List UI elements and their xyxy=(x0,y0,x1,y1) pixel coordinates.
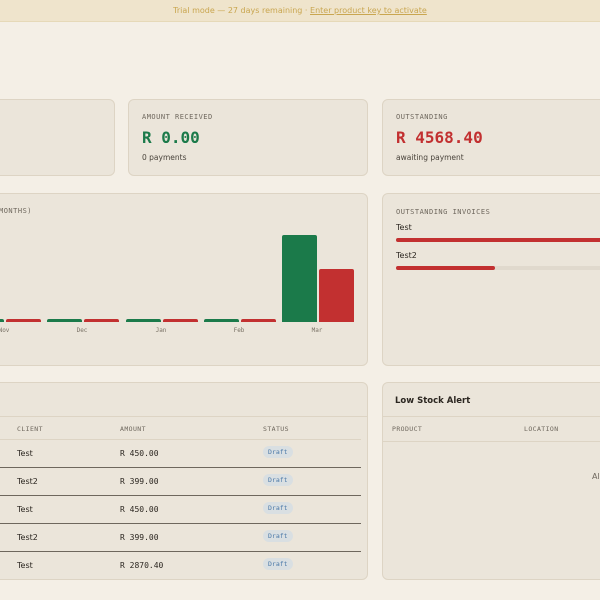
bar-nov-series-2 xyxy=(6,319,41,322)
x-tick-label: Jan xyxy=(155,327,167,334)
table-row[interactable]: Test R 450.00 Draft xyxy=(0,439,361,468)
amount-cell: R 2870.40 xyxy=(120,561,164,570)
client-cell: Test xyxy=(17,505,33,514)
status-badge: Draft xyxy=(263,502,293,514)
divider xyxy=(383,441,600,442)
invoice-client-name: Test xyxy=(396,223,412,232)
stat-value: R 0.00 xyxy=(142,128,200,147)
outstanding-invoices-card: OUTSTANDING INVOICES Test Test2 xyxy=(382,193,600,366)
status-badge: Draft xyxy=(263,530,293,542)
table-row[interactable]: Test2 R 399.00 Draft xyxy=(0,467,361,496)
bar-dec-series-2 xyxy=(84,319,119,322)
table-row[interactable]: Test2 R 399.00 Draft xyxy=(0,523,361,552)
divider xyxy=(383,416,600,417)
table-row[interactable]: Test R 450.00 Draft xyxy=(0,495,361,524)
outstanding-bar xyxy=(396,266,600,270)
stat-sub: awaiting payment xyxy=(396,153,464,162)
stat-value: R 4568.40 xyxy=(396,128,483,147)
stat-label: OUTSTANDING xyxy=(396,113,448,121)
bar-feb-series-2 xyxy=(241,319,276,322)
table-row[interactable]: Test R 2870.40 Draft xyxy=(0,551,361,579)
outstanding-bar-fill xyxy=(396,266,495,270)
amount-cell: R 399.00 xyxy=(120,477,159,486)
x-tick-label: Nov xyxy=(0,327,10,334)
x-tick-label: Dec xyxy=(76,327,88,334)
monthly-chart-card: MONTHS) Nov Dec Jan Feb Mar xyxy=(0,193,368,366)
client-cell: Test2 xyxy=(17,477,38,486)
status-badge: Draft xyxy=(263,446,293,458)
bar-jan-series-1 xyxy=(126,319,161,322)
trial-banner: Trial mode — 27 days remaining · Enter p… xyxy=(0,0,600,22)
client-cell: Test xyxy=(17,561,33,570)
x-tick-label: Feb xyxy=(233,327,245,334)
activate-link[interactable]: Enter product key to activate xyxy=(310,6,427,15)
bar-nov-series-1 xyxy=(0,319,4,322)
amount-cell: R 450.00 xyxy=(120,449,159,458)
stat-sub: 0 payments xyxy=(142,153,187,162)
bar-mar-series-1 xyxy=(282,235,317,322)
empty-state-text: All xyxy=(592,472,600,481)
outstanding-bar-fill xyxy=(396,238,600,242)
client-cell: Test xyxy=(17,449,33,458)
bar-jan-series-2 xyxy=(163,319,198,322)
column-header-status: STATUS xyxy=(263,425,289,433)
low-stock-title: Low Stock Alert xyxy=(395,396,471,406)
column-header-location: LOCATION xyxy=(524,425,559,433)
divider xyxy=(0,416,367,417)
status-badge: Draft xyxy=(263,558,293,570)
low-stock-card: Low Stock Alert PRODUCT LOCATION All xyxy=(382,382,600,580)
stat-card-outstanding: OUTSTANDING R 4568.40 awaiting payment xyxy=(382,99,600,176)
bar-dec-series-1 xyxy=(47,319,82,322)
bar-feb-series-1 xyxy=(204,319,239,322)
status-badge: Draft xyxy=(263,474,293,486)
amount-cell: R 450.00 xyxy=(120,505,159,514)
stat-card-partial xyxy=(0,99,115,176)
bar-mar-series-2 xyxy=(319,269,354,322)
column-header-product: PRODUCT xyxy=(392,425,423,433)
recent-invoices-card: CLIENT AMOUNT STATUS Test R 450.00 Draft… xyxy=(0,382,368,580)
chart-title: MONTHS) xyxy=(0,207,33,215)
trial-text: Trial mode — 27 days remaining · xyxy=(173,6,308,15)
x-tick-label: Mar xyxy=(311,327,323,334)
stat-label: AMOUNT RECEIVED xyxy=(142,113,213,121)
outstanding-bar xyxy=(396,238,600,242)
column-header-amount: AMOUNT xyxy=(120,425,146,433)
outstanding-title: OUTSTANDING INVOICES xyxy=(396,208,491,216)
amount-cell: R 399.00 xyxy=(120,533,159,542)
stat-card-received: AMOUNT RECEIVED R 0.00 0 payments xyxy=(128,99,368,176)
invoice-client-name: Test2 xyxy=(396,251,417,260)
column-header-client: CLIENT xyxy=(17,425,43,433)
client-cell: Test2 xyxy=(17,533,38,542)
